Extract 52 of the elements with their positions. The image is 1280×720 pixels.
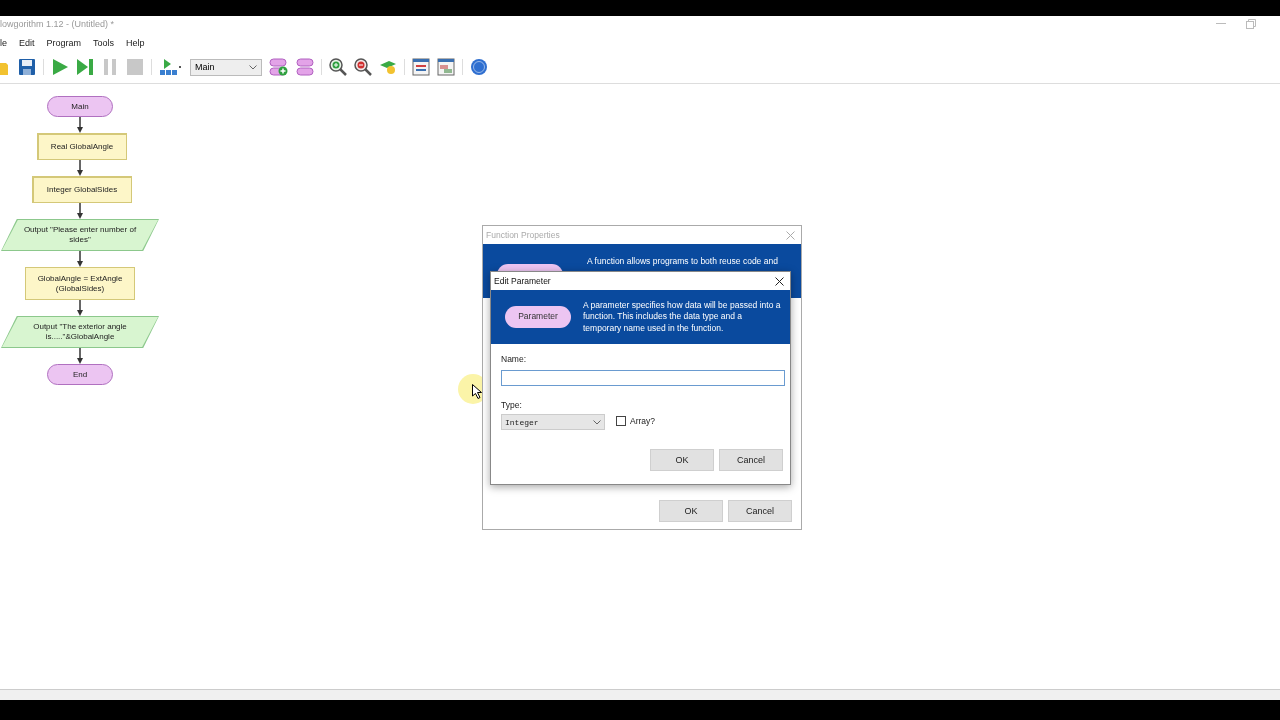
name-input[interactable] — [501, 370, 785, 386]
menu-item[interactable]: Program — [46, 38, 90, 48]
output-node[interactable]: Output "Please enter number of sides" — [1, 219, 159, 251]
menu-item[interactable]: Tools — [93, 38, 123, 48]
layout-icon[interactable] — [412, 58, 430, 76]
save-icon[interactable] — [18, 58, 36, 76]
dialog-button[interactable]: Cancel — [719, 449, 783, 471]
arrow — [76, 117, 84, 133]
minimize-icon[interactable] — [1216, 23, 1226, 25]
field-label: Name: — [501, 354, 528, 365]
terminal-node[interactable]: Main — [47, 96, 113, 117]
dialog-button[interactable]: OK — [650, 449, 714, 471]
arrow — [76, 300, 84, 316]
description: A parameter specifies how data will be passed into a function. This includes the data type and a temporary name used in the function. — [583, 300, 782, 334]
run-icon[interactable] — [51, 58, 69, 76]
output-node[interactable]: Output "The exterior angle is....."&GlobalAngle — [1, 316, 159, 348]
arrow — [76, 160, 84, 176]
arrow — [76, 251, 84, 267]
functions-icon[interactable] — [296, 58, 314, 76]
window-layout-icon[interactable] — [437, 58, 455, 76]
array-checkbox[interactable] — [616, 415, 626, 426]
menu-item[interactable]: le — [0, 38, 15, 48]
description: A function allows programs to both reuse code and — [587, 256, 779, 268]
zoom-in-icon[interactable] — [329, 58, 347, 76]
execution-speed-icon[interactable] — [159, 58, 183, 76]
close-icon[interactable] — [775, 276, 784, 286]
arrow — [76, 348, 84, 364]
arrow — [76, 203, 84, 219]
parameter-pill: Parameter — [505, 306, 571, 328]
declare-node[interactable]: Real GlobalAngle — [37, 133, 127, 160]
zoom-out-icon[interactable] — [354, 58, 372, 76]
graduation-cap-icon[interactable] — [379, 58, 397, 76]
process-node[interactable]: GlobalAngle = ExtAngle (GlobalSides) — [25, 267, 135, 300]
terminal-node[interactable]: End — [47, 364, 113, 385]
dialog-title: Edit Parameter — [494, 276, 551, 286]
menu-item[interactable]: Help — [126, 38, 153, 48]
dialog-title: Function Properties — [486, 230, 560, 240]
restore-icon[interactable] — [1246, 19, 1256, 29]
type-select[interactable]: Integer — [501, 414, 605, 430]
caret-icon[interactable] — [593, 419, 601, 425]
function-select[interactable]: Main — [190, 58, 262, 76]
dialog-button[interactable]: Cancel — [728, 500, 792, 522]
window-title: lowgorithm 1.12 - (Untitled) * — [0, 19, 115, 29]
add-function-icon[interactable] — [269, 58, 289, 76]
help-icon[interactable] — [470, 58, 488, 76]
checkbox-label[interactable]: Array? — [630, 415, 656, 426]
step-icon[interactable] — [76, 58, 94, 76]
field-label: Type: — [501, 400, 523, 411]
menu-item[interactable]: Edit — [19, 38, 43, 48]
dialog-button[interactable]: OK — [659, 500, 723, 522]
declare-node[interactable]: Integer GlobalSides — [32, 176, 132, 203]
caret-icon[interactable] — [249, 64, 257, 70]
